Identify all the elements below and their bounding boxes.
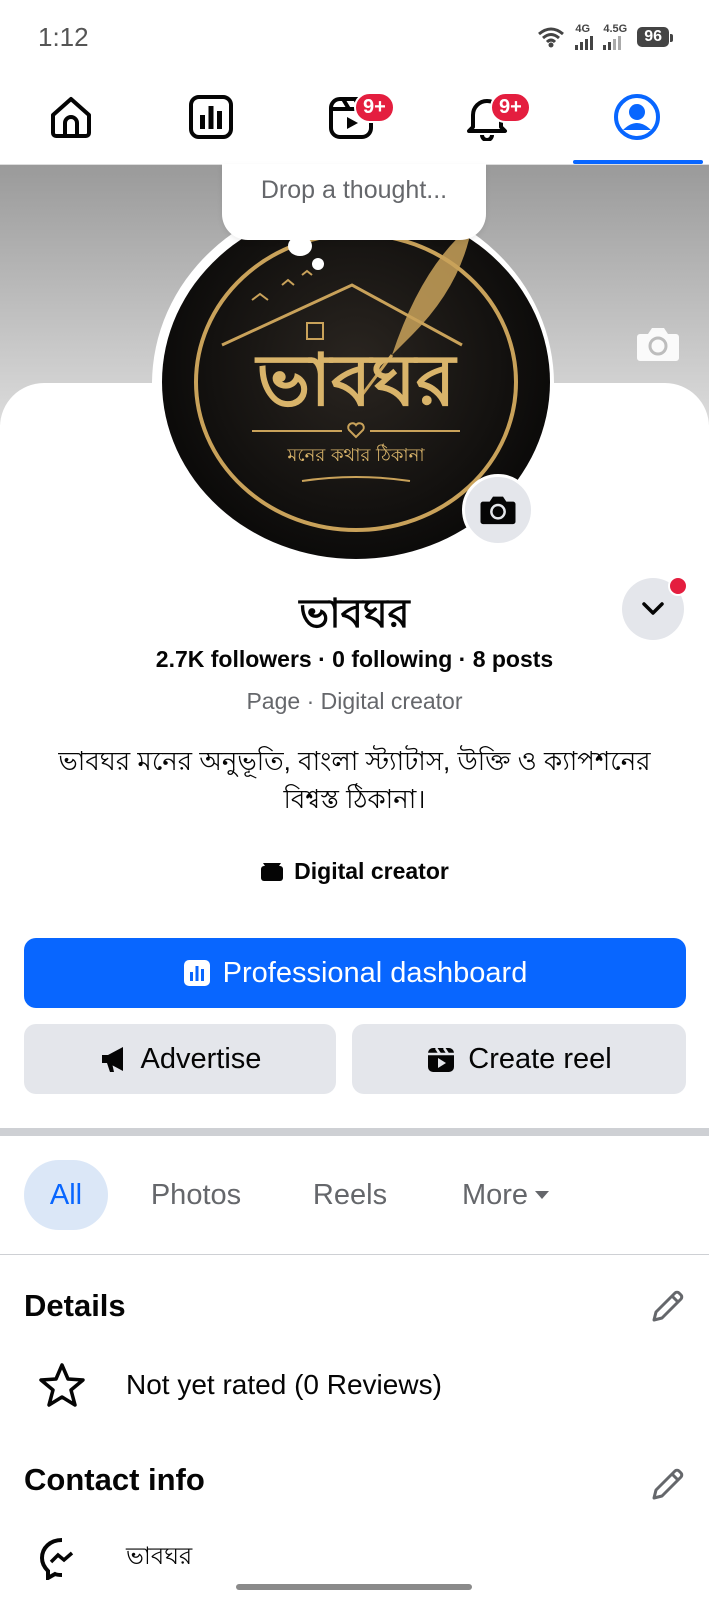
profile-icon [614,94,660,140]
thought-bubble[interactable]: Drop a thought... [222,164,486,240]
messenger-name: ভাবঘর [126,1543,193,1570]
network-type-label: 4.5G [603,23,628,35]
contact-info-heading: Contact info [24,1462,205,1497]
notification-dot [668,576,688,596]
battery-indicator: 96 [637,27,673,47]
page-category: Page · Digital creator [246,688,463,714]
advertise-label: Advertise [140,1042,262,1075]
clock: 1:12 [38,22,89,52]
signal-icon: 4G [575,23,594,50]
home-indicator[interactable] [236,1584,472,1590]
thought-placeholder: Drop a thought... [260,176,448,204]
chevron-down-icon [642,602,664,615]
nav-notifications[interactable]: 9+ [452,86,531,148]
nav-dashboard[interactable] [176,86,246,148]
rating-text: Not yet rated (0 Reviews) [126,1369,442,1400]
status-bar: 1:12 4G 4.5G 96 [0,0,709,72]
logo-tagline: মনের কথার ঠিকানা [286,444,425,466]
create-reel-label: Create reel [468,1042,612,1075]
home-icon [51,97,91,138]
tab-photos[interactable]: Photos [140,1160,252,1230]
contact-messenger-row[interactable]: ভাবঘর [38,1536,192,1580]
create-reel-button[interactable]: Create reel [352,1024,686,1094]
creator-category-label: Digital creator [294,858,449,884]
advertise-button[interactable]: Advertise [24,1024,336,1094]
tab-divider [0,1254,709,1255]
camera-icon[interactable] [636,326,680,362]
notification-badge: 9+ [354,92,395,123]
thought-bubble-dot [312,258,324,270]
tab-reels[interactable]: Reels [304,1160,396,1230]
system-icons: 4G 4.5G 96 [537,22,673,52]
caret-down-icon [535,1191,550,1199]
messenger-icon [39,1538,74,1580]
nav-reels[interactable]: 9+ [316,86,395,148]
professional-dashboard-button[interactable]: Professional dashboard [24,938,686,1008]
rating-row[interactable]: Not yet rated (0 Reviews) [38,1362,442,1408]
creator-category: Digital creator [0,858,709,885]
section-divider [0,1128,709,1136]
nav-home[interactable] [36,86,106,148]
thought-bubble-dot [288,236,312,256]
change-avatar-button[interactable] [462,474,534,546]
page-bio: ভাবঘর মনের অনুভূতি, বাংলা স্ট্যাটাস, উক্… [58,746,651,814]
professional-dashboard-label: Professional dashboard [222,956,528,989]
active-tab-indicator [573,160,703,164]
clapperboard-icon [261,862,284,881]
camera-icon [480,496,516,525]
profile-stats[interactable]: 2.7K followers · 0 following · 8 posts [0,646,709,673]
details-heading: Details [24,1288,126,1323]
network-type-label: 4G [575,23,591,35]
top-navigation: 9+ 9+ [0,72,709,165]
megaphone-icon [101,1047,123,1072]
star-icon [39,1363,85,1407]
logo-title: ভাবঘর [254,338,458,422]
tab-all[interactable]: All [24,1160,108,1230]
dashboard-icon [183,960,210,986]
notification-badge: 9+ [490,92,531,123]
reels-icon [428,1047,455,1072]
pencil-icon[interactable] [648,1464,688,1504]
pencil-icon[interactable] [648,1286,688,1326]
dashboard-icon [189,95,233,139]
signal-icon: 4.5G [603,24,627,50]
tab-more-label: More [461,1178,529,1211]
page-name: ভাবঘর [299,592,410,636]
tab-more[interactable]: More [446,1160,566,1230]
wifi-icon [538,27,565,48]
nav-profile[interactable] [602,86,672,148]
